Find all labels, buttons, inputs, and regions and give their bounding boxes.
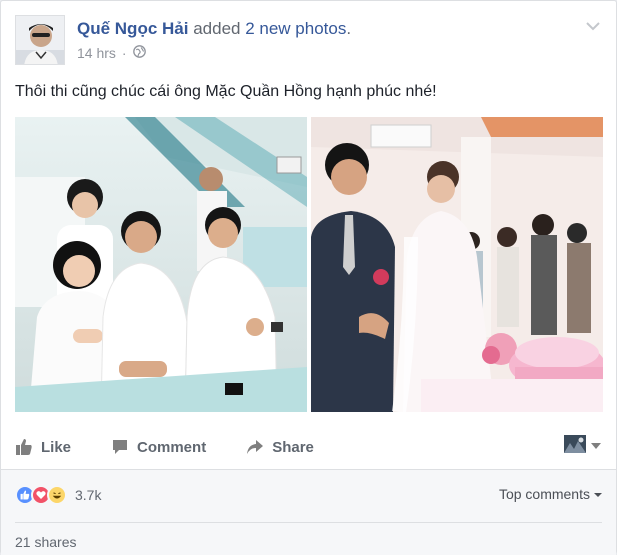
photo-wedding[interactable] <box>311 117 603 412</box>
post-time[interactable]: 14 hrs <box>77 45 116 61</box>
globe-icon[interactable] <box>132 45 146 61</box>
like-label: Like <box>41 438 72 456</box>
thumbs-up-icon <box>15 438 33 456</box>
action-prefix: added <box>193 19 246 38</box>
shares-count[interactable]: 21 shares <box>15 534 76 550</box>
comment-label: Comment <box>137 438 207 456</box>
reactions-row: 3.7k Top comments <box>15 482 602 508</box>
share-button[interactable]: Share <box>246 438 314 456</box>
share-arrow-icon <box>246 438 264 456</box>
post-text: Thôi thi cũng chúc cái ông Mặc Quần Hồng… <box>15 83 437 100</box>
audience-selector[interactable] <box>564 435 602 458</box>
reaction-count[interactable]: 3.7k <box>75 487 101 503</box>
comment-button[interactable]: Comment <box>111 438 206 456</box>
caret-down-small-icon <box>594 486 602 502</box>
caret-down-icon <box>590 438 602 456</box>
haha-icon <box>47 485 67 505</box>
action-suffix: . <box>346 19 352 38</box>
reactions-section: 3.7k Top comments 21 shares <box>1 469 616 555</box>
post-action-text: added 2 new photos. <box>193 19 351 38</box>
post-header: Quế Ngọc Hải added 2 new photos. 14 hrs … <box>15 15 602 67</box>
top-comments-label: Top comments <box>498 486 590 502</box>
post-title-line: Quế Ngọc Hải added 2 new photos. <box>77 19 351 39</box>
share-label: Share <box>272 438 314 456</box>
author-avatar[interactable] <box>15 15 65 65</box>
post-action-bar: Like Comment Share <box>15 429 602 465</box>
like-button[interactable]: Like <box>15 438 71 456</box>
post-card: Quế Ngọc Hải added 2 new photos. 14 hrs … <box>0 0 617 555</box>
post-meta: 14 hrs · <box>77 45 146 61</box>
page-avatar-icon <box>564 435 586 458</box>
photo-group[interactable] <box>15 117 307 412</box>
comment-icon <box>111 438 129 456</box>
top-comments-dropdown[interactable]: Top comments <box>499 486 602 502</box>
author-name[interactable]: Quế Ngọc Hải <box>77 19 188 38</box>
post-options-chevron-icon[interactable] <box>584 17 602 35</box>
divider <box>15 522 602 523</box>
meta-separator: · <box>121 45 127 61</box>
reaction-icons[interactable] <box>15 485 67 505</box>
photos-link[interactable]: 2 new photos <box>245 19 346 38</box>
photo-grid <box>15 117 603 412</box>
